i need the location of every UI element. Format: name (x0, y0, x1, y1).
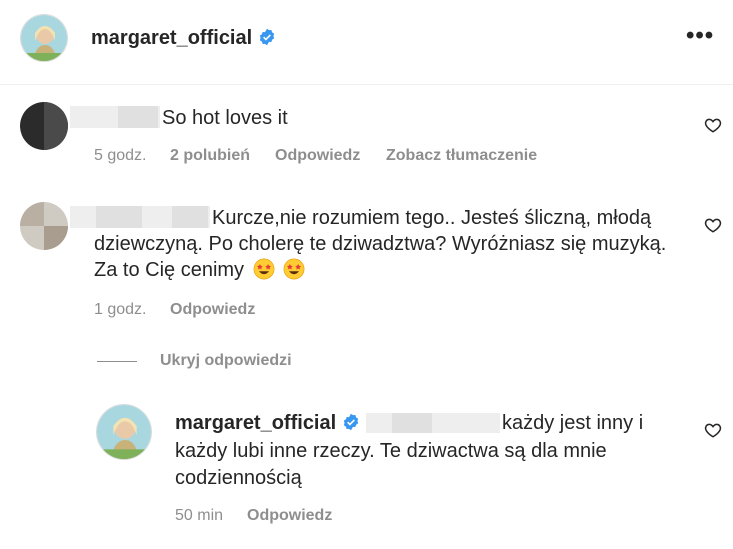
reply-line-1: margaret_official (175, 410, 360, 436)
comment-likes[interactable]: 2 polubień (170, 147, 250, 165)
comment-text: So hot loves it (162, 107, 288, 129)
avatar-image (21, 15, 67, 61)
comment-text-line-3-text: Za to Cię cenimy (94, 259, 245, 281)
heart-icon[interactable] (704, 421, 722, 439)
reply-time: 50 min (175, 507, 224, 524)
blurred-mention (366, 413, 500, 433)
comment-avatar[interactable] (20, 202, 68, 250)
reply-text-line-1: każdy jest inny i (502, 412, 644, 434)
star-struck-emoji-icon (283, 258, 305, 280)
verified-badge-icon (259, 28, 274, 46)
comment-text-line-2: dziewczyną. Po cholerę te dziwadztwa? Wy… (94, 233, 667, 255)
reply-text-line-2: każdy lubi inne rzeczy. Te dziwactwa są … (175, 440, 607, 462)
more-options-button[interactable]: ••• (686, 24, 714, 48)
reply-author-name[interactable]: margaret_official (175, 412, 336, 434)
reply-button[interactable]: Odpowiedz (275, 147, 360, 165)
more-options-icon[interactable]: ••• (686, 22, 714, 49)
reply-avatar[interactable] (96, 404, 152, 460)
translate-button[interactable]: Zobacz tłumaczenie (386, 147, 537, 165)
blurred-username-part (96, 206, 142, 228)
post-author[interactable]: margaret_official (91, 27, 276, 50)
reply-text-line-3: codziennością (175, 467, 302, 489)
verified-badge-icon (343, 413, 358, 431)
hide-replies-button[interactable]: Ukryj odpowiedzi (160, 352, 292, 370)
avatar-image (97, 405, 151, 459)
comment-text-line-3: Za to Cię cenimy (94, 257, 305, 283)
comment-time: 1 godz. (94, 301, 147, 318)
blurred-mention-part (392, 413, 432, 433)
comment-time: 5 godz. (94, 147, 147, 164)
heart-icon[interactable] (704, 216, 722, 234)
comment-text-line-1: Kurcze,nie rozumiem tego.. Jesteś śliczn… (212, 207, 652, 229)
replies-divider-line (97, 361, 137, 362)
post-author-name[interactable]: margaret_official (91, 27, 252, 49)
header-divider (0, 84, 733, 85)
comment-avatar[interactable] (20, 102, 68, 150)
heart-icon[interactable] (704, 116, 722, 134)
reply-button[interactable]: Odpowiedz (247, 507, 332, 525)
blurred-username-part (118, 106, 158, 128)
profile-avatar[interactable] (20, 14, 68, 62)
star-struck-emoji-icon (253, 258, 275, 280)
reply-button[interactable]: Odpowiedz (170, 301, 255, 319)
blurred-username-part (172, 206, 208, 228)
